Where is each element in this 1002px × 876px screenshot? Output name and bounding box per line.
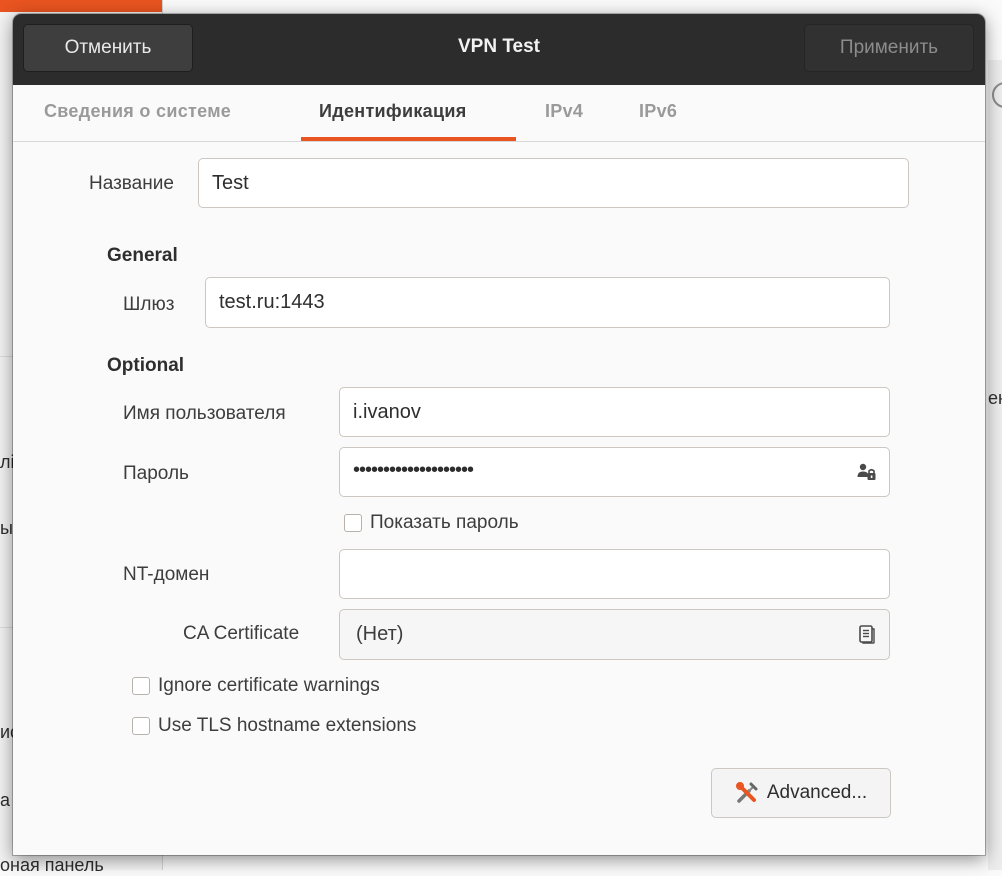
background-sidebar-item[interactable]: оная панель	[0, 855, 104, 876]
active-tab-indicator	[301, 137, 516, 141]
ca-certificate-label: CA Certificate	[183, 623, 300, 644]
nt-domain-label: NT-домен	[123, 564, 210, 585]
ca-certificate-chooser[interactable]: (Нет)	[339, 609, 890, 660]
show-password-label: Показать пароль	[370, 512, 519, 533]
tools-icon	[735, 782, 758, 803]
general-heading: General	[107, 245, 178, 266]
apply-button[interactable]: Применить	[804, 24, 974, 72]
background-sidebar-item[interactable]: а	[0, 790, 10, 811]
name-value: Test	[212, 171, 249, 194]
tls-hostname-label: Use TLS hostname extensions	[158, 715, 417, 736]
password-field[interactable]: ••••••••••••••••••••	[339, 447, 890, 497]
tab-bar: Сведения о системе Идентификация IPv4 IP…	[13, 85, 985, 142]
background-text-fragment: ен	[988, 388, 1002, 408]
tls-hostname-checkbox[interactable]	[132, 717, 150, 735]
tab-ipv6[interactable]: IPv6	[639, 101, 677, 122]
password-label: Пароль	[123, 463, 189, 484]
name-label: Название	[89, 173, 174, 194]
tab-details[interactable]: Сведения о системе	[44, 101, 231, 122]
show-password-checkbox[interactable]	[344, 514, 362, 532]
password-value: ••••••••••••••••••••	[353, 458, 474, 481]
background-sidebar-item[interactable]: ы	[0, 518, 13, 539]
user-lock-icon[interactable]	[857, 462, 877, 482]
ignore-cert-label: Ignore certificate warnings	[158, 675, 380, 696]
username-value: i.ivanov	[353, 400, 421, 423]
background-right-panel	[988, 60, 1002, 870]
ignore-cert-option[interactable]: Ignore certificate warnings	[132, 675, 380, 697]
nt-domain-field[interactable]	[339, 549, 890, 599]
username-field[interactable]: i.ivanov	[339, 387, 890, 437]
background-accent-strip	[0, 0, 162, 12]
document-icon	[859, 625, 875, 644]
advanced-button[interactable]: Advanced...	[711, 768, 891, 818]
username-label: Имя пользователя	[123, 403, 286, 424]
ca-certificate-value: (Нет)	[356, 623, 404, 645]
show-password-option[interactable]: Показать пароль	[344, 512, 519, 534]
tls-hostname-option[interactable]: Use TLS hostname extensions	[132, 715, 416, 737]
name-field[interactable]: Test	[198, 158, 909, 208]
background-search-icon	[992, 82, 1002, 108]
gateway-field[interactable]: test.ru:1443	[205, 277, 890, 328]
gateway-value: test.ru:1443	[219, 291, 325, 313]
tab-identity[interactable]: Идентификация	[319, 101, 467, 122]
optional-heading: Optional	[107, 355, 185, 376]
ignore-cert-checkbox[interactable]	[132, 677, 150, 695]
advanced-label: Advanced...	[766, 782, 868, 803]
vpn-dialog: Отменить VPN Test Применить Сведения о с…	[13, 14, 985, 855]
header-bar: Отменить VPN Test Применить	[13, 14, 985, 86]
gateway-label: Шлюз	[123, 294, 175, 315]
tab-ipv4[interactable]: IPv4	[545, 101, 583, 122]
